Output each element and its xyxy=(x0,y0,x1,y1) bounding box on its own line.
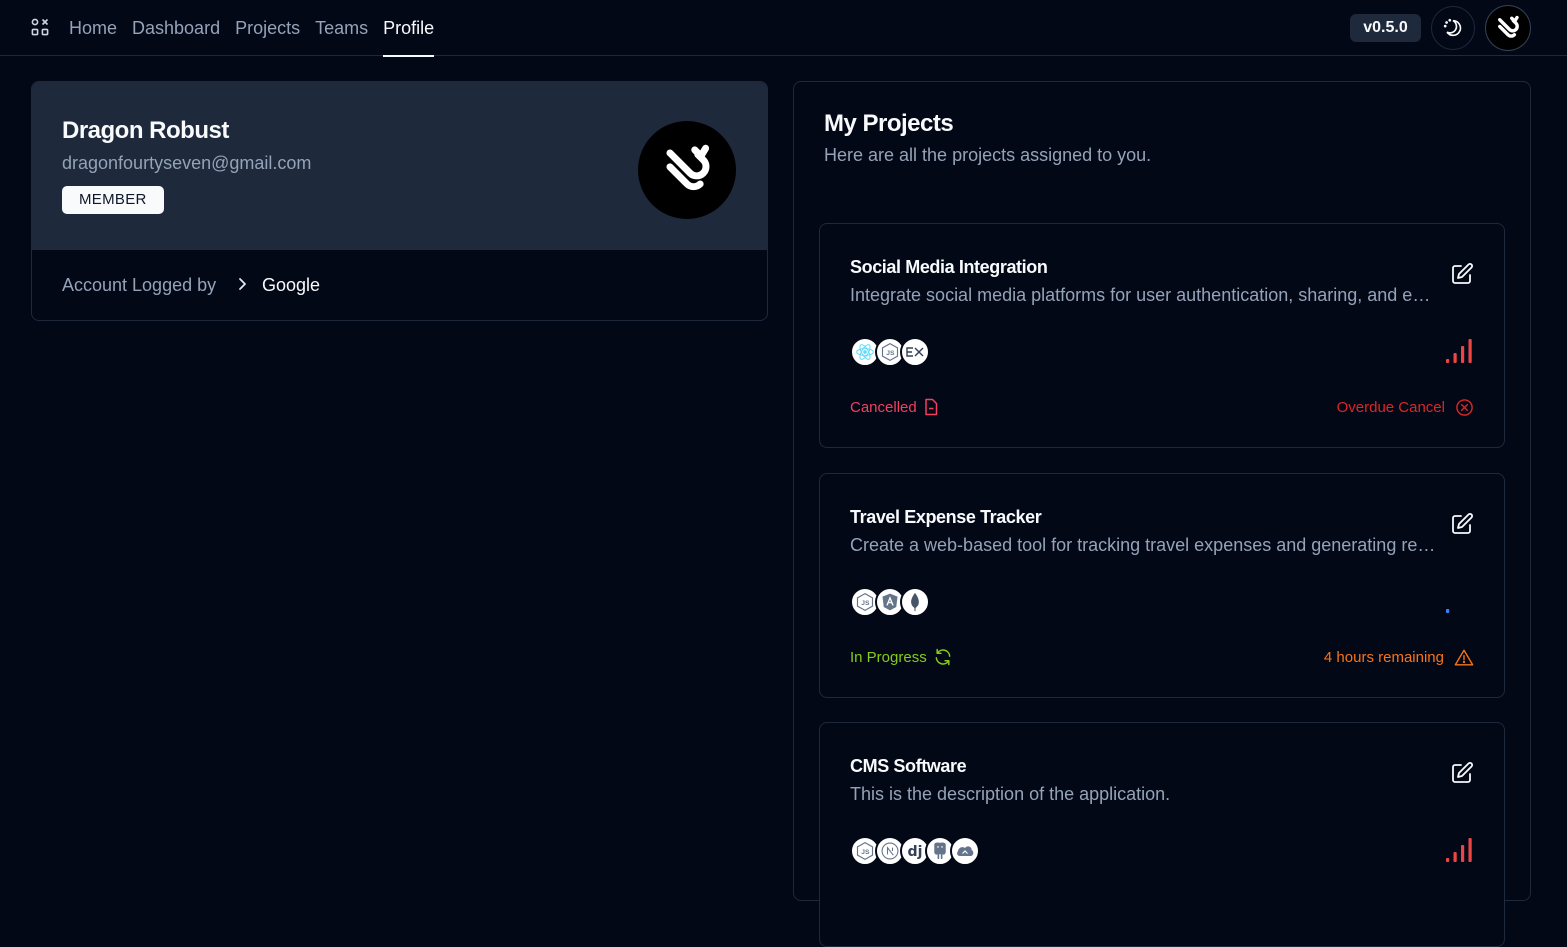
express-icon xyxy=(900,337,930,367)
project-title: CMS Software xyxy=(850,756,967,776)
status: In Progress xyxy=(850,646,953,668)
refresh-icon xyxy=(935,648,951,666)
chevron-right-icon xyxy=(239,278,246,290)
projects-subtitle: Here are all the projects assigned to yo… xyxy=(824,145,1152,165)
mongodb-icon xyxy=(900,587,930,617)
edit-icon[interactable] xyxy=(1450,761,1474,785)
edit-icon[interactable] xyxy=(1450,512,1474,536)
avatar xyxy=(638,121,736,219)
svg-text:JS: JS xyxy=(861,849,870,856)
moon-sun-icon xyxy=(1443,18,1462,37)
project-description: Integrate social media platforms for use… xyxy=(850,285,1440,305)
app-logo-icon xyxy=(666,144,710,191)
tech-stack: JS xyxy=(850,337,930,367)
profile-card: Dragon Robust dragonfourtyseven@gmail.co… xyxy=(31,81,768,321)
deadline-label: 4 hours remaining xyxy=(1323,648,1444,666)
svg-text:JS: JS xyxy=(886,350,895,357)
file-icon xyxy=(924,398,937,416)
apps-grid-icon[interactable] xyxy=(31,18,49,36)
status-label: In Progress xyxy=(850,648,927,666)
theme-toggle-button[interactable] xyxy=(1431,6,1475,50)
cloud-icon xyxy=(950,836,980,866)
nav-dashboard[interactable]: Dashboard xyxy=(132,0,220,56)
edit-icon[interactable] xyxy=(1450,262,1474,286)
x-circle-icon xyxy=(1456,398,1473,416)
project-description: Create a web-based tool for tracking tra… xyxy=(850,535,1440,555)
project-description: This is the description of the applicati… xyxy=(850,784,1171,804)
deadline: Overdue Cancel xyxy=(1337,396,1474,418)
top-navbar: Home Dashboard Projects Teams Profile v0… xyxy=(0,0,1567,57)
login-provider: Google xyxy=(262,275,321,295)
priority-bars-icon xyxy=(1446,339,1472,363)
deadline: 4 hours remaining xyxy=(1324,646,1474,668)
project-card[interactable]: Travel Expense Tracker Create a web-base… xyxy=(819,473,1505,698)
warning-triangle-icon xyxy=(1454,649,1474,665)
tech-stack: JS dj xyxy=(850,836,980,866)
priority-bar xyxy=(1453,353,1457,363)
login-provider-row: Account Logged by Google xyxy=(32,250,767,320)
user-avatar-button[interactable] xyxy=(1485,5,1531,51)
logged-by-label: Account Logged by xyxy=(62,275,217,295)
profile-email: dragonfourtyseven@gmail.com xyxy=(62,153,312,173)
profile-name: Dragon Robust xyxy=(62,117,229,144)
priority-bar xyxy=(1446,359,1450,363)
main-nav: Home Dashboard Projects Teams Profile xyxy=(69,0,435,57)
priority-bar xyxy=(1461,346,1465,363)
project-card[interactable]: Social Media Integration Integrate socia… xyxy=(819,223,1505,448)
project-title: Travel Expense Tracker xyxy=(850,507,1042,527)
priority-bars-icon xyxy=(1446,838,1472,862)
deadline-label: Overdue Cancel xyxy=(1336,398,1445,416)
role-badge: MEMBER xyxy=(62,186,164,214)
project-title: Social Media Integration xyxy=(850,257,1048,277)
version-badge: v0.5.0 xyxy=(1350,14,1421,42)
priority-bars-icon xyxy=(1446,609,1450,613)
priority-bar xyxy=(1461,845,1465,862)
profile-header: Dragon Robust dragonfourtyseven@gmail.co… xyxy=(32,82,767,250)
project-card[interactable]: CMS Software This is the description of … xyxy=(819,722,1505,947)
priority-bar xyxy=(1453,852,1457,862)
priority-bar xyxy=(1468,339,1472,363)
app-logo-icon xyxy=(1498,15,1519,38)
svg-text:JS: JS xyxy=(861,600,870,607)
tech-stack: JS xyxy=(850,587,930,617)
nav-home[interactable]: Home xyxy=(69,0,117,56)
priority-bar xyxy=(1446,609,1450,613)
status: Cancelled xyxy=(850,396,939,418)
my-projects-panel: My Projects Here are all the projects as… xyxy=(793,81,1531,947)
nav-teams[interactable]: Teams xyxy=(315,0,368,56)
svg-text:dj: dj xyxy=(908,844,923,860)
nav-projects[interactable]: Projects xyxy=(235,0,300,56)
priority-bar xyxy=(1468,838,1472,862)
projects-title: My Projects xyxy=(824,110,954,137)
priority-bar xyxy=(1446,858,1450,862)
nav-profile[interactable]: Profile xyxy=(383,0,435,57)
status-label: Cancelled xyxy=(850,398,917,416)
